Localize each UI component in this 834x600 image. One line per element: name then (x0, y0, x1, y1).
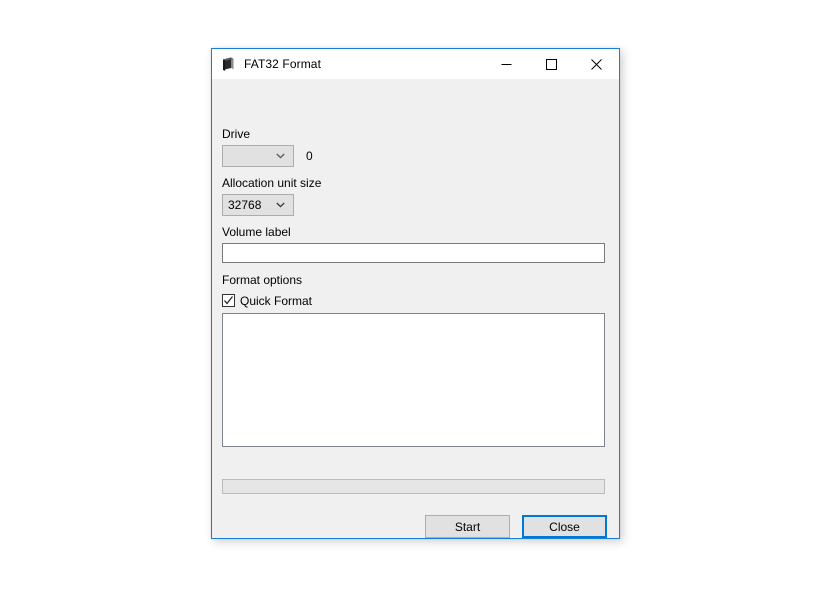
window-title: FAT32 Format (244, 57, 321, 71)
fat32-format-window: FAT32 Format Drive 0 Allocation unit siz… (211, 48, 620, 539)
window-controls (484, 49, 619, 79)
progress-bar (222, 479, 605, 494)
drive-combobox[interactable] (222, 145, 294, 167)
volume-label-label: Volume label (222, 225, 291, 239)
format-options-label: Format options (222, 273, 303, 287)
volume-label-input[interactable] (222, 243, 605, 263)
chevron-down-icon (272, 153, 289, 159)
minimize-button[interactable] (484, 49, 529, 79)
allocation-unit-size-label: Allocation unit size (222, 176, 322, 190)
title-bar[interactable]: FAT32 Format (212, 49, 619, 79)
close-button[interactable] (574, 49, 619, 79)
client-area: Drive 0 Allocation unit size 32768 Volum… (212, 79, 619, 538)
title-bar-left: FAT32 Format (212, 49, 484, 79)
drive-size-text: 0 (306, 149, 313, 163)
chevron-down-icon (272, 202, 289, 208)
maximize-icon (546, 58, 557, 70)
disk-format-icon (220, 56, 236, 72)
log-output-area[interactable] (222, 313, 605, 447)
checkmark-icon (224, 296, 233, 305)
allocation-unit-size-combobox[interactable]: 32768 (222, 194, 294, 216)
close-icon (591, 58, 602, 70)
quick-format-checkbox[interactable] (222, 294, 235, 307)
maximize-button[interactable] (529, 49, 574, 79)
start-button[interactable]: Start (425, 515, 510, 538)
minimize-icon (501, 63, 512, 65)
quick-format-checkbox-row[interactable]: Quick Format (222, 294, 312, 307)
allocation-unit-size-value: 32768 (228, 199, 262, 211)
close-button-footer[interactable]: Close (522, 515, 607, 538)
drive-label: Drive (222, 127, 251, 141)
quick-format-label: Quick Format (240, 293, 313, 308)
